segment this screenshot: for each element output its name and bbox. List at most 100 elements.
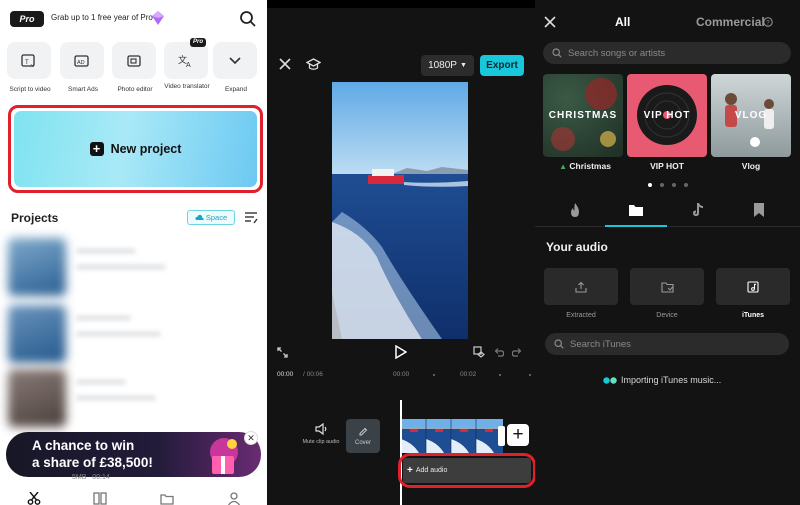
tool-label: Video translator [164,83,210,90]
new-project-button[interactable]: + New project [8,105,263,193]
carousel-dot[interactable] [660,183,664,187]
card-name: VIP HOT [650,161,684,171]
bookmark-icon[interactable] [751,202,767,218]
undo-icon[interactable] [493,347,504,357]
new-project-label: New project [110,142,182,156]
playlist-card-vlog[interactable]: VLOG [711,74,791,157]
close-icon[interactable] [279,58,291,70]
chevron-down-icon [229,56,241,64]
timeline-tick-dot [499,374,501,376]
carousel-dot[interactable] [648,183,652,187]
add-audio-label: Add audio [415,467,448,474]
script-icon: T AI [21,53,35,68]
playlist-card-vip-hot[interactable]: VIP HOT [627,74,707,157]
carousel-dot[interactable] [672,183,676,187]
project-item[interactable] [6,305,266,363]
mute-clip-label[interactable]: Mute clip audio [301,439,341,446]
source-label: Extracted [566,312,596,319]
card-name: ▲ Christmas [559,161,611,171]
graduation-cap-icon[interactable] [306,57,321,71]
fire-icon[interactable] [567,202,583,218]
device-folder-icon [660,281,674,293]
home-panel: Pro Grab up to 1 free year of Pro T AI Sc… [0,0,267,505]
banner-line-2: a share of £38,500! [32,455,153,470]
itunes-search-placeholder: Search iTunes [570,338,631,350]
resolution-button[interactable]: 1080P ▼ [421,55,474,76]
card-title: VLOG [734,110,768,121]
playlist-card-christmas[interactable]: CHRISTMAS [543,74,623,157]
export-button[interactable]: Export [480,55,524,76]
templates-icon[interactable] [93,492,107,505]
gift-illustration-icon [210,438,238,474]
your-audio-title: Your audio [546,240,608,254]
tool-label: Expand [224,86,248,93]
tool-label: Photo editor [117,86,153,93]
scissors-icon[interactable] [27,492,41,505]
help-icon[interactable]: ? [763,17,773,27]
video-clip[interactable] [401,419,503,453]
folder-icon[interactable] [160,492,174,505]
redo-icon[interactable] [512,347,523,357]
project-item[interactable] [6,369,266,427]
folder-icon[interactable] [628,202,644,218]
tool-photo-editor[interactable]: Photo editor [112,42,158,94]
timeline-tick-dot [433,374,435,376]
tool-smart-ads[interactable]: AD Smart Ads [60,42,106,94]
tool-script-to-video[interactable]: T AI Script to video [7,42,53,94]
fullscreen-icon[interactable] [277,347,288,358]
playhead[interactable] [400,400,402,505]
loading-dots-icon [603,376,617,384]
svg-text:A: A [186,62,191,68]
sort-icon[interactable] [244,211,258,224]
projects-title: Projects [11,211,59,225]
bottom-nav [0,489,267,505]
source-device-button[interactable] [630,268,704,305]
tab-commercial[interactable]: Commercial [696,15,765,29]
card-title: VIP HOT [643,110,691,121]
plus-icon: + [89,142,104,156]
search-icon[interactable] [239,10,257,28]
importing-text: Importing iTunes music... [621,375,722,385]
source-label: Device [656,312,678,319]
pro-badge[interactable]: Pro [10,11,44,27]
tab-all[interactable]: All [615,15,630,29]
tool-expand[interactable]: Expand [213,42,259,94]
source-itunes-button[interactable] [716,268,790,305]
speaker-icon[interactable] [315,423,328,435]
caret-down-icon: ▼ [459,62,467,69]
gem-icon [152,11,164,25]
profile-icon[interactable] [227,492,241,505]
ads-icon: AD [74,54,89,67]
play-icon[interactable] [394,345,407,359]
timeline-tick: 00:00 [393,371,410,378]
space-button[interactable]: Space [187,210,235,225]
banner-close-icon[interactable]: ✕ [244,431,258,445]
total-time: / 00:06 [303,371,323,378]
current-time: 00:00 [277,371,294,378]
svg-text:AI: AI [30,63,34,68]
promo-banner[interactable]: A chance to win a share of £38,500! [6,432,261,477]
add-clip-button[interactable]: + [507,424,529,446]
project-item[interactable] [6,238,266,296]
pro-mini-badge: Pro [189,38,206,47]
clip-trim-handle[interactable] [498,426,505,446]
svg-text:AD: AD [77,60,85,66]
video-preview [332,82,468,339]
tool-video-translator[interactable]: Pro 文A Video translator [164,38,210,91]
carousel-dot[interactable] [684,183,688,187]
search-icon [554,339,564,349]
source-extracted-button[interactable] [544,268,618,305]
editor-panel: 1080P ▼ Export 00:00 / 00:06 00:00 00:02… [267,0,535,505]
tools-row: T AI Script to video AD Smart Ads Photo e… [7,38,261,100]
close-icon[interactable] [544,16,556,28]
importing-status: Importing iTunes music... [603,375,721,385]
cover-button[interactable]: Cover [346,419,380,453]
add-audio-button[interactable]: + Add audio [403,458,531,483]
itunes-search-input[interactable]: Search iTunes [545,333,789,355]
pro-promo-text[interactable]: Grab up to 1 free year of Pro [51,13,153,22]
keyframe-icon[interactable] [473,346,485,358]
tool-label: Smart Ads [68,86,98,93]
tiktok-icon[interactable] [690,202,706,218]
plus-icon: + [407,465,413,476]
song-search-input[interactable]: Search songs or artists [543,42,791,64]
